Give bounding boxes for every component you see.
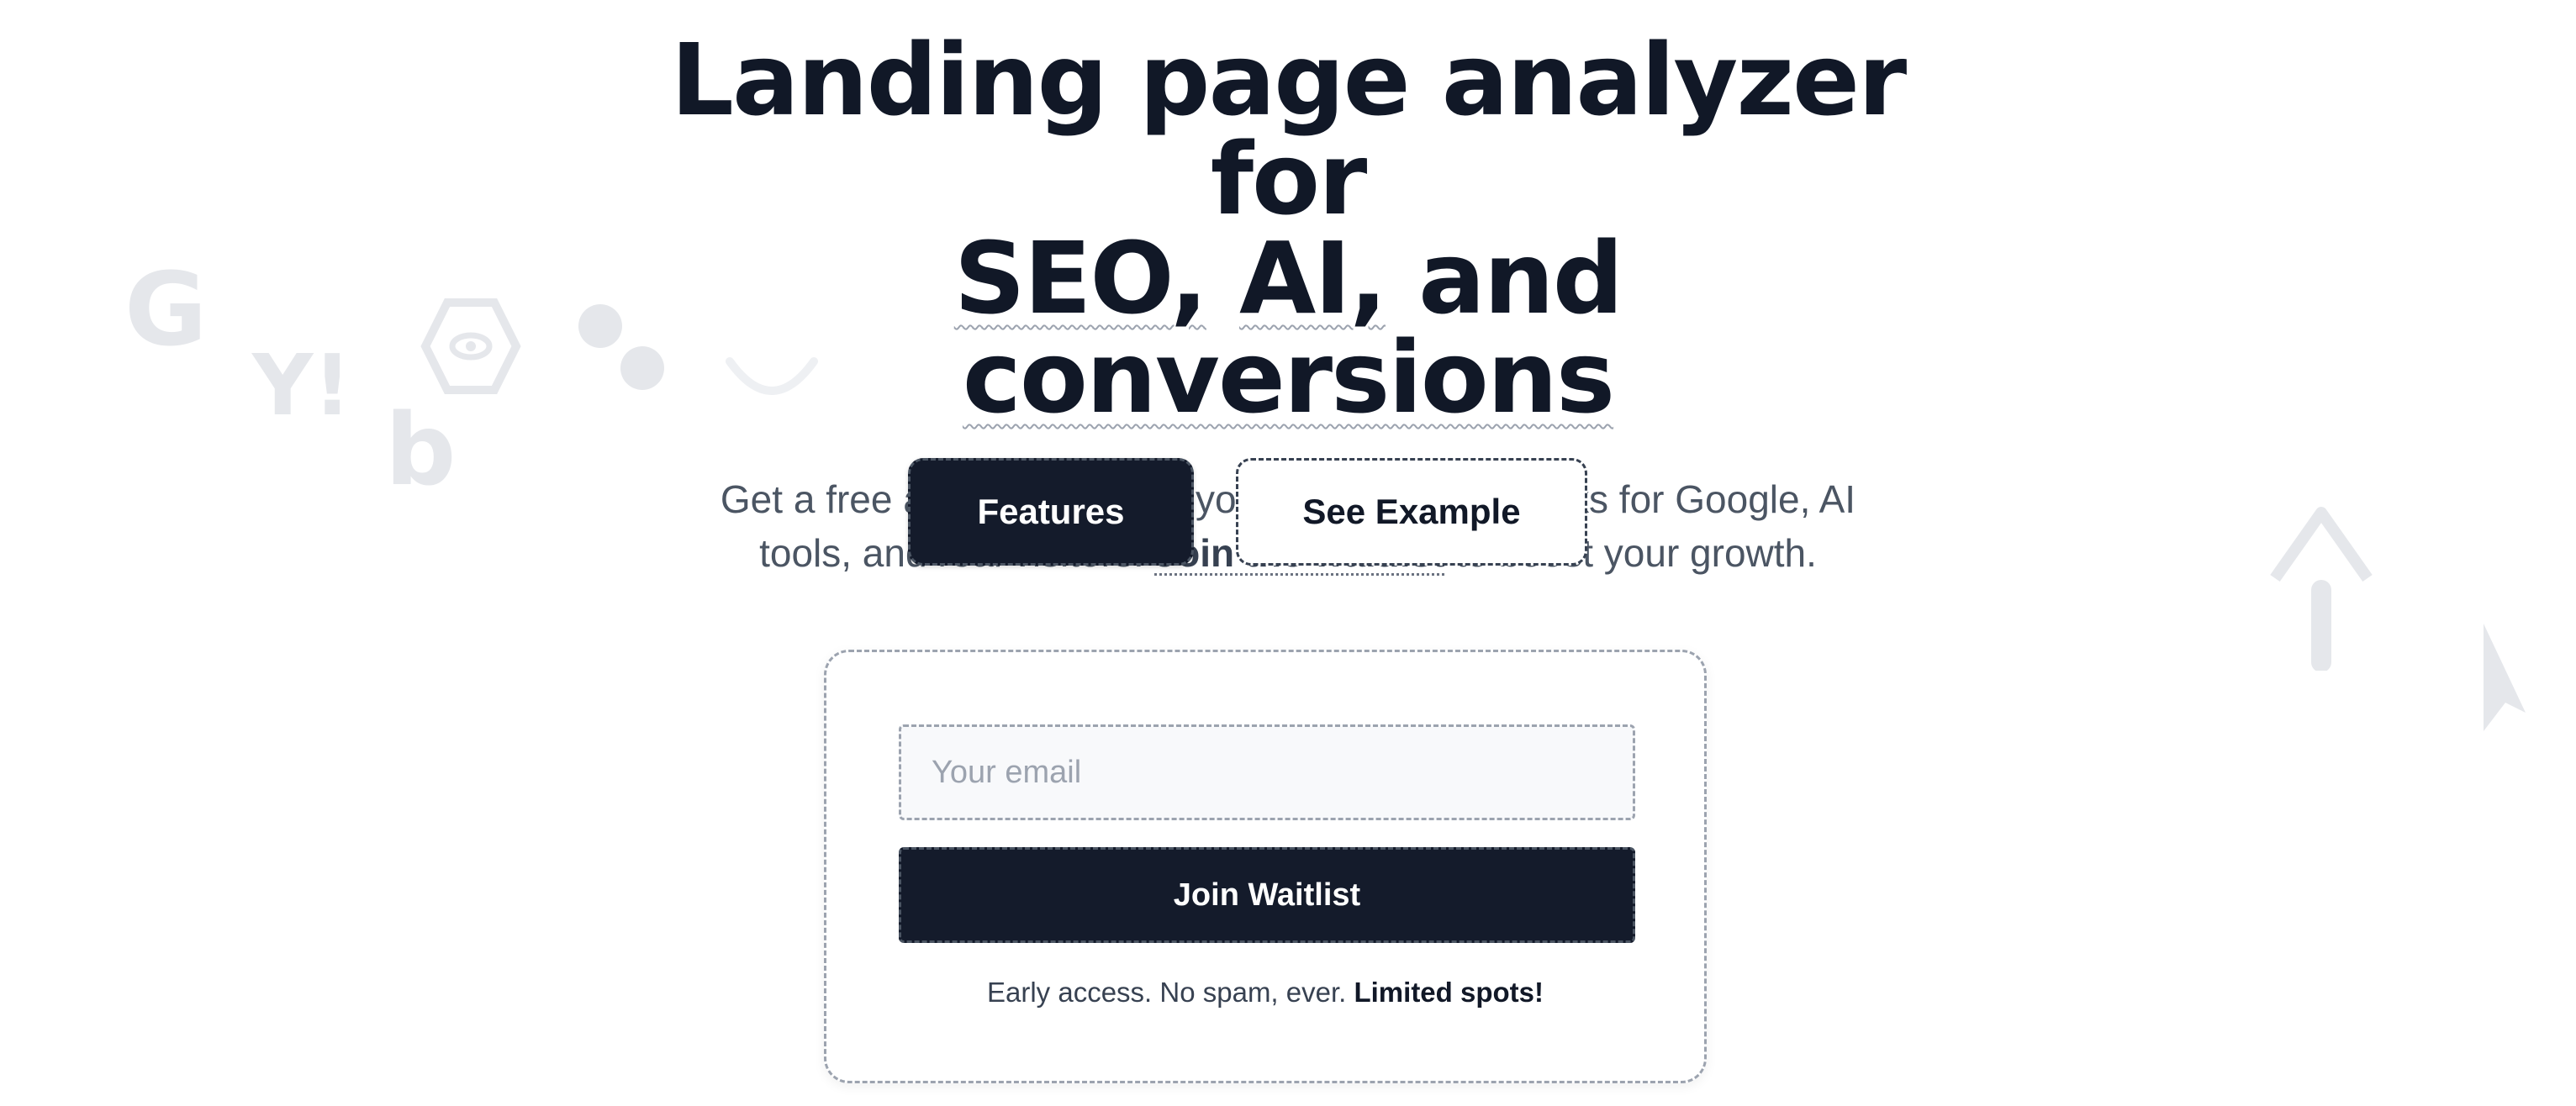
title-line-1: Landing page analyzer for: [670, 22, 1908, 237]
waitlist-note: Early access. No spam, ever. Limited spo…: [826, 977, 1704, 1009]
landing-page: G Y! b Landing page analyzer for SEO, AI…: [0, 0, 2576, 1106]
features-button[interactable]: Features: [908, 458, 1194, 566]
waitlist-card: Join Waitlist Early access. No spam, eve…: [824, 650, 1707, 1083]
title-line-2: SEO, AI, and conversions: [615, 229, 1961, 427]
email-input[interactable]: [899, 724, 1635, 820]
waitlist-note-text: Early access. No spam, ever.: [986, 977, 1347, 1008]
cursor-icon: [2484, 624, 2526, 731]
title-word-conversions: conversions: [962, 319, 1615, 435]
see-example-button[interactable]: See Example: [1236, 458, 1587, 566]
join-waitlist-button[interactable]: Join Waitlist: [899, 847, 1635, 943]
cta-buttons: Features See Example: [0, 458, 2576, 566]
limited-spots-label: Limited spots!: [1354, 977, 1544, 1008]
page-title: Landing page analyzer for SEO, AI, and c…: [615, 30, 1961, 427]
